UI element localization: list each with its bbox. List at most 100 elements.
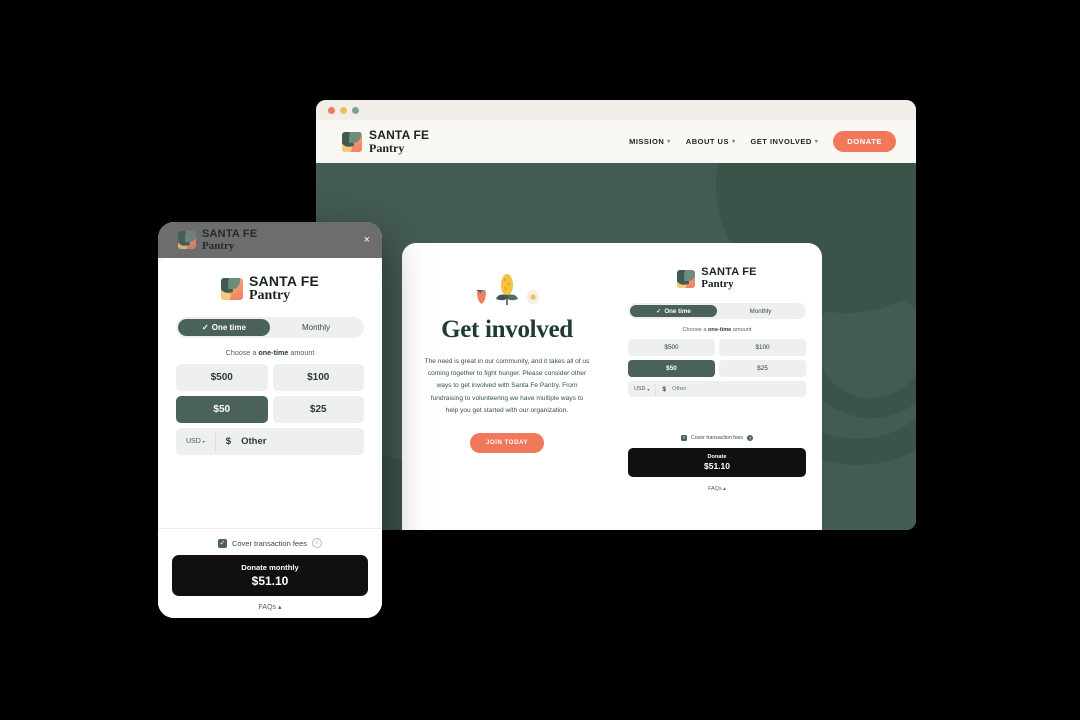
- pantry-logo-icon: [677, 269, 696, 288]
- widget-logo: SANTA FE Pantry: [677, 267, 756, 290]
- mobile-amount-500[interactable]: $500: [176, 364, 268, 391]
- mobile-dim-logo-line-2: Pantry: [202, 239, 235, 252]
- mobile-amount-grid: $500 $100 $50 $25: [176, 364, 364, 423]
- site-logo-text: SANTA FE Pantry: [369, 129, 429, 154]
- nav-item-about-us[interactable]: ABOUT US ▾: [686, 137, 736, 146]
- mobile-choose-prefix: Choose a: [225, 348, 259, 357]
- nav-label-get-involved: GET INVOLVED: [750, 137, 812, 146]
- card-left-column: Get involved The need is great in our co…: [402, 243, 612, 530]
- donate-submit-button[interactable]: Donate $51.10: [628, 448, 806, 477]
- choose-bold: one-time: [707, 327, 732, 333]
- window-minimize-dot[interactable]: [340, 106, 347, 114]
- donate-button-amount: $51.10: [704, 461, 730, 471]
- join-today-button[interactable]: JOIN TODAY: [469, 432, 544, 453]
- logo-line-2: Pantry: [369, 141, 405, 155]
- mobile-background-logo: SANTA FE Pantry: [178, 227, 258, 252]
- mobile-donate-button-amount: $51.10: [251, 574, 289, 588]
- choose-suffix: amount: [731, 327, 752, 333]
- widget-logo-text: SANTA FE Pantry: [701, 267, 756, 290]
- mobile-toggle-monthly[interactable]: Monthly: [270, 319, 362, 336]
- mobile-cover-fees-checkbox[interactable]: ✓: [217, 538, 227, 548]
- frequency-toggle: ✓ One time Monthly: [628, 303, 806, 319]
- mobile-dollar-sign: $: [225, 436, 232, 447]
- mobile-other-amount-row[interactable]: USD ▾ $ Other: [176, 428, 364, 455]
- widget-logo-line-1: SANTA FE: [701, 266, 757, 278]
- mobile-faqs-toggle[interactable]: FAQs ▴: [259, 603, 282, 611]
- mobile-dim-logo-line-1: SANTA FE: [202, 227, 258, 240]
- mobile-toggle-monthly-label: Monthly: [301, 323, 330, 332]
- header-donate-button[interactable]: DONATE: [833, 131, 896, 152]
- mobile-toggle-one-time-label: One time: [211, 323, 246, 332]
- egg-icon: [526, 289, 539, 305]
- check-icon: ✓: [656, 307, 662, 315]
- toggle-one-time-label: One time: [664, 307, 691, 315]
- toggle-one-time[interactable]: ✓ One time: [630, 305, 717, 317]
- mobile-choose-suffix: amount: [288, 348, 315, 357]
- chevron-down-icon: ▾: [731, 139, 736, 145]
- pantry-logo-icon: [178, 231, 196, 249]
- toggle-monthly-label: Monthly: [749, 307, 772, 315]
- currency-selector[interactable]: USD ▾: [634, 386, 649, 392]
- info-icon[interactable]: ?: [746, 435, 753, 441]
- amount-100[interactable]: $100: [719, 339, 806, 356]
- divider: [214, 432, 216, 451]
- mobile-amount-25[interactable]: $25: [272, 396, 364, 423]
- donation-widget: SANTA FE Pantry ✓ One time Monthly Choos…: [612, 243, 822, 530]
- window-maximize-dot[interactable]: [352, 106, 359, 114]
- page-title: Get involved: [441, 316, 573, 343]
- mobile-cover-fees-row[interactable]: ✓ Cover transaction fees i: [217, 538, 323, 548]
- site-logo[interactable]: SANTA FE Pantry: [342, 129, 429, 154]
- amount-500[interactable]: $500: [628, 339, 715, 356]
- mobile-phone-mockup: SANTA FE Pantry × SANTA FE Pantry ✓ One: [158, 222, 382, 618]
- other-amount-row[interactable]: USD ▾ $ Other: [628, 381, 806, 397]
- toggle-monthly[interactable]: Monthly: [717, 305, 804, 317]
- screenshot-stage: SANTA FE Pantry MISSION ▾ ABOUT US ▾ GET…: [0, 0, 1080, 720]
- currency-label: USD: [634, 386, 646, 392]
- check-icon: ✓: [202, 323, 209, 332]
- chevron-down-icon: ▾: [202, 439, 205, 444]
- mobile-currency-selector[interactable]: USD ▾: [186, 438, 205, 445]
- mobile-widget-logo: SANTA FE Pantry: [220, 274, 319, 303]
- choose-prefix: Choose a: [682, 327, 708, 333]
- cover-fees-row[interactable]: ✓ Cover transaction fees ?: [681, 435, 753, 441]
- mobile-choose-amount-label: Choose a one-time amount: [226, 348, 315, 357]
- logo-line-1: SANTA FE: [369, 128, 430, 142]
- chevron-down-icon: ▾: [647, 386, 650, 392]
- get-involved-card: Get involved The need is great in our co…: [402, 243, 822, 530]
- choose-amount-label: Choose a one-time amount: [682, 327, 751, 333]
- nav-item-mission[interactable]: MISSION ▾: [629, 137, 671, 146]
- mobile-other-amount-input[interactable]: Other: [241, 436, 266, 447]
- amount-25[interactable]: $25: [719, 360, 806, 377]
- nav-label-mission: MISSION: [629, 137, 665, 146]
- chevron-down-icon: ▾: [814, 139, 819, 145]
- mobile-donate-submit-button[interactable]: Donate monthly $51.10: [172, 555, 368, 596]
- mobile-toggle-one-time[interactable]: ✓ One time: [178, 319, 270, 336]
- hero-body-text: The need is great in our community, and …: [424, 358, 590, 414]
- mobile-background-logo-text: SANTA FE Pantry: [202, 227, 258, 252]
- close-icon[interactable]: ×: [364, 234, 370, 246]
- donate-button-label: Donate: [707, 454, 727, 460]
- veg-icon-row: [475, 273, 540, 305]
- other-amount-input[interactable]: Other: [672, 386, 687, 392]
- pantry-logo-icon: [220, 277, 243, 300]
- mobile-logo-line-2: Pantry: [248, 288, 291, 303]
- mobile-logo-line-1: SANTA FE: [248, 273, 320, 289]
- nav-item-get-involved[interactable]: GET INVOLVED ▾: [750, 137, 818, 146]
- faqs-toggle[interactable]: FAQs ▴: [708, 486, 726, 492]
- page-body: Get involved The need is great in our co…: [316, 163, 916, 530]
- mobile-cover-fees-label: Cover transaction fees: [231, 538, 308, 548]
- pantry-logo-icon: [342, 131, 362, 152]
- main-nav: MISSION ▾ ABOUT US ▾ GET INVOLVED ▾ DONA…: [629, 131, 896, 152]
- window-close-dot[interactable]: [328, 106, 335, 114]
- mobile-amount-50[interactable]: $50: [176, 396, 268, 423]
- mobile-donation-sheet: SANTA FE Pantry ✓ One time Monthly Choos…: [158, 258, 382, 618]
- mobile-sheet-footer: ✓ Cover transaction fees i Donate monthl…: [158, 528, 382, 618]
- mobile-donate-button-label: Donate monthly: [241, 563, 299, 572]
- site-header: SANTA FE Pantry MISSION ▾ ABOUT US ▾ GET…: [316, 120, 916, 163]
- info-icon[interactable]: i: [312, 538, 323, 548]
- cover-fees-checkbox[interactable]: ✓: [681, 435, 688, 441]
- amount-50[interactable]: $50: [628, 360, 715, 377]
- mobile-amount-100[interactable]: $100: [272, 364, 364, 391]
- mobile-widget-logo-text: SANTA FE Pantry: [249, 274, 319, 303]
- mobile-currency-label: USD: [186, 438, 201, 445]
